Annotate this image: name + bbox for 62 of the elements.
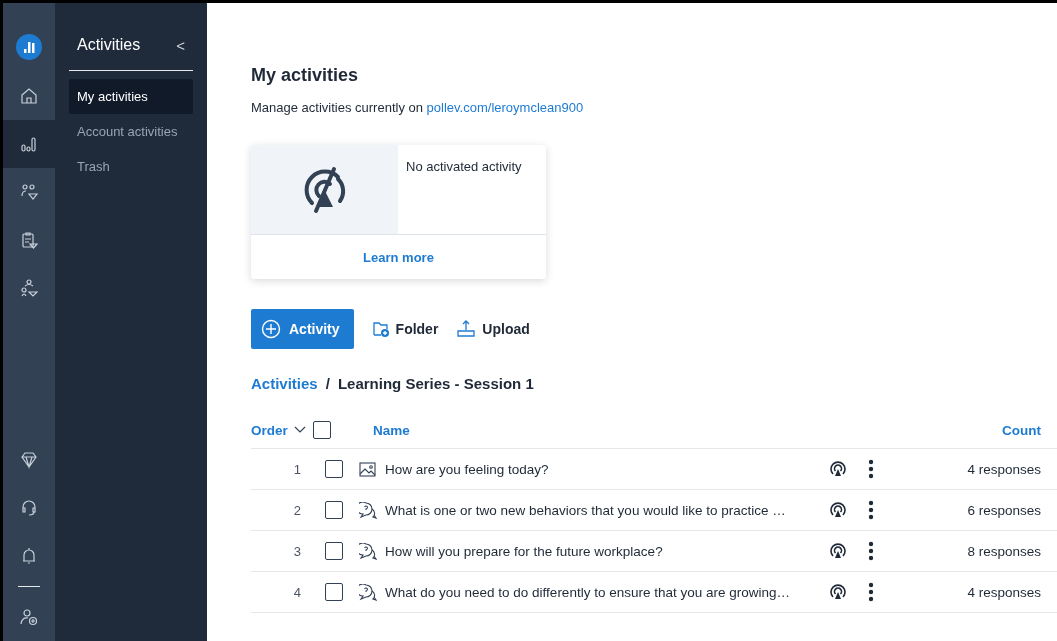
nav-item[interactable]: Trash bbox=[69, 149, 193, 184]
more-options-icon[interactable] bbox=[868, 500, 874, 520]
plus-circle-icon bbox=[261, 319, 281, 339]
clipboard-icon[interactable] bbox=[19, 230, 39, 250]
broadcast-icon[interactable] bbox=[829, 583, 847, 601]
activity-title[interactable]: What is one or two new behaviors that you would like to practice … bbox=[385, 502, 817, 518]
breadcrumb-current: Learning Series - Session 1 bbox=[337, 375, 534, 392]
speech-bubbles-icon bbox=[359, 542, 377, 560]
order-number: 4 bbox=[292, 584, 302, 600]
row-checkbox[interactable] bbox=[325, 460, 343, 478]
collapse-button[interactable]: < bbox=[176, 36, 185, 54]
page-title: My activities bbox=[251, 65, 360, 86]
more-options-icon[interactable] bbox=[868, 541, 874, 561]
folder-button[interactable]: Folder bbox=[371, 320, 439, 338]
row-checkbox[interactable] bbox=[325, 583, 343, 601]
upload-icon bbox=[456, 320, 477, 338]
home-icon[interactable] bbox=[19, 86, 39, 106]
page-subtitle: Manage activities currently on pollev.com/leroymclean900 bbox=[251, 100, 585, 115]
user-plus-icon[interactable] bbox=[19, 607, 39, 627]
breadcrumb-link[interactable]: Activities bbox=[251, 375, 318, 392]
order-number: 1 bbox=[292, 461, 302, 477]
group-icon[interactable] bbox=[19, 278, 39, 298]
order-number: 2 bbox=[292, 502, 302, 518]
bar-chart-icon[interactable] bbox=[19, 134, 39, 154]
response-count: 4 responses bbox=[966, 584, 1042, 600]
broadcast-icon[interactable] bbox=[829, 460, 847, 478]
row-checkbox[interactable] bbox=[325, 542, 343, 560]
image-icon bbox=[359, 461, 376, 477]
activity-title[interactable]: How will you prepare for the future workplace? bbox=[385, 543, 817, 559]
activity-title[interactable]: What do you need to do differently to ensure that you are growing… bbox=[385, 584, 817, 600]
folder-plus-icon bbox=[371, 320, 390, 338]
column-header[interactable]: Name bbox=[373, 422, 805, 438]
breadcrumb-separator: / bbox=[325, 375, 330, 392]
broadcast-icon[interactable] bbox=[829, 542, 847, 560]
order-number: 3 bbox=[292, 543, 302, 559]
order-sort-button[interactable]: Order bbox=[251, 422, 313, 438]
rail-item[interactable] bbox=[3, 120, 55, 168]
broadcast-icon[interactable] bbox=[829, 501, 847, 519]
people-icon[interactable] bbox=[19, 182, 39, 202]
upload-button[interactable]: Upload bbox=[456, 320, 530, 338]
logo-icon[interactable] bbox=[16, 34, 42, 60]
diamond-icon[interactable] bbox=[19, 450, 39, 470]
response-count: 6 responses bbox=[966, 502, 1042, 518]
profile-link[interactable]: pollev.com/leroymclean900 bbox=[426, 100, 584, 115]
more-options-icon[interactable] bbox=[868, 582, 874, 602]
select-all-checkbox[interactable] bbox=[313, 421, 331, 439]
nav-item[interactable]: My activities bbox=[69, 79, 193, 114]
add-activity-button[interactable]: Activity bbox=[251, 309, 354, 349]
activity-title[interactable]: How are you feeling today? bbox=[385, 461, 817, 477]
nav-item[interactable]: Account activities bbox=[69, 114, 193, 149]
row-checkbox[interactable] bbox=[325, 501, 343, 519]
chevron-down-icon bbox=[293, 426, 306, 434]
panel-title: Activities bbox=[77, 36, 141, 54]
response-count: 4 responses bbox=[966, 461, 1042, 477]
speech-bubbles-icon bbox=[359, 501, 377, 519]
card-message: No activated activity bbox=[405, 158, 523, 176]
speech-bubbles-icon bbox=[359, 583, 377, 601]
column-header[interactable]: Count bbox=[871, 422, 1057, 438]
learn-more-link[interactable]: Learn more bbox=[251, 235, 546, 279]
headset-icon[interactable] bbox=[19, 498, 39, 518]
more-options-icon[interactable] bbox=[868, 459, 874, 479]
response-count: 8 responses bbox=[966, 543, 1042, 559]
